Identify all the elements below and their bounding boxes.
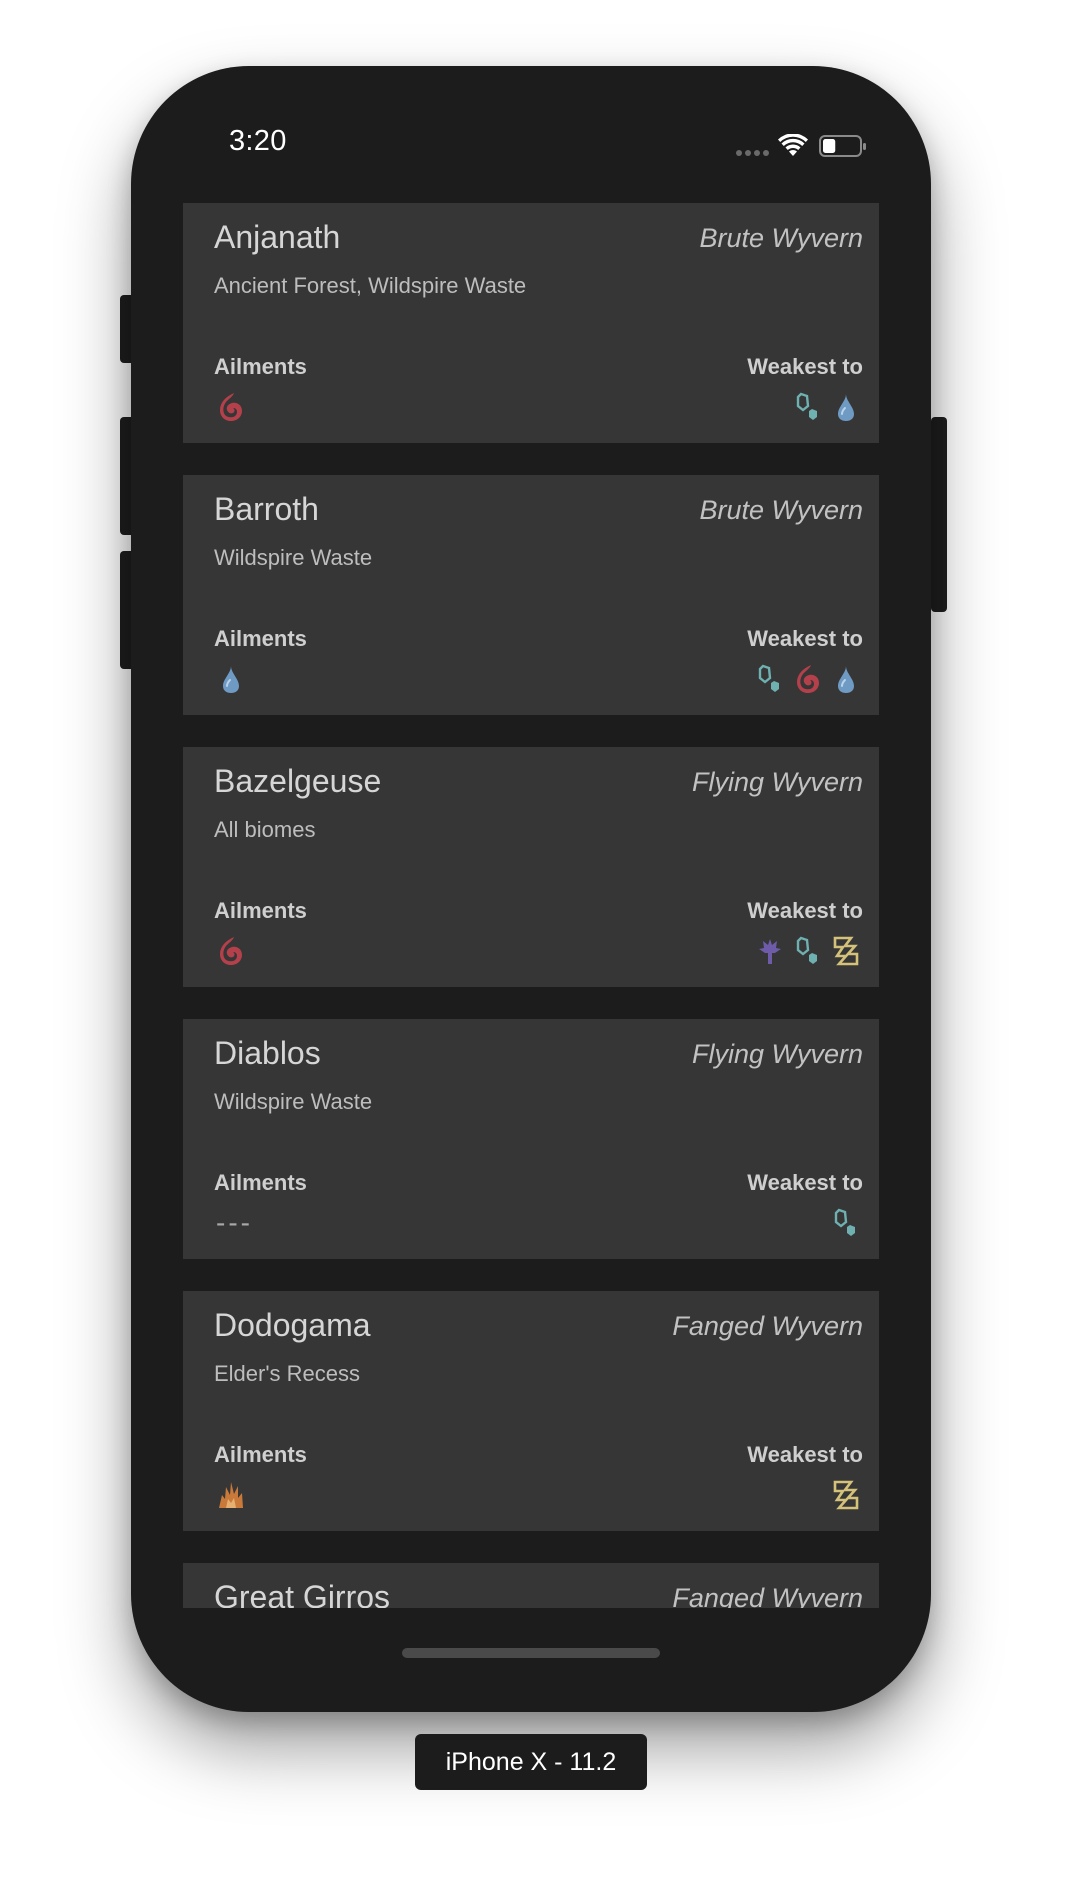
- monster-locations: All biomes: [214, 817, 316, 842]
- ice-icon: [793, 391, 823, 423]
- weakness-icons: [831, 1479, 861, 1511]
- monster-card[interactable]: Diablos Flying Wyvern Wildspire Waste Ailme…: [183, 1019, 879, 1259]
- water-icon: [831, 391, 861, 423]
- monster-card[interactable]: Anjanath Brute Wyvern Ancient Forest, Wild…: [183, 203, 879, 443]
- ailments-label: Ailments: [214, 626, 307, 651]
- thunder-icon: [831, 1479, 861, 1511]
- monster-type: Fanged Wyvern: [672, 1583, 863, 1608]
- monster-name: Barroth: [214, 491, 319, 527]
- monster-name: Dodogama: [214, 1307, 371, 1343]
- cellular-dots-icon: [736, 150, 769, 156]
- side-button: [931, 417, 947, 612]
- no-ailments-text: ---: [216, 1207, 253, 1238]
- device-label: iPhone X - 11.2: [415, 1734, 647, 1790]
- weakness-icons: [755, 663, 861, 695]
- ailment-icons: [216, 935, 246, 967]
- monster-card[interactable]: Great Girros Fanged Wyvern: [183, 1563, 879, 1608]
- weakest-to-label: Weakest to: [747, 626, 863, 651]
- monster-type: Flying Wyvern: [691, 767, 863, 797]
- thunder-icon: [831, 935, 861, 967]
- water-icon: [831, 663, 861, 695]
- simulator-stage: 3:20 Anjanath Brute Wyvern Ancient Forest,…: [0, 0, 1070, 1888]
- ailments-label: Ailments: [214, 1442, 307, 1467]
- weakness-icons: [831, 1207, 861, 1239]
- ice-icon: [831, 1207, 861, 1239]
- ailments-label: Ailments: [214, 898, 307, 923]
- monster-locations: Ancient Forest, Wildspire Waste: [214, 273, 527, 298]
- fire-icon: [793, 663, 823, 695]
- home-indicator[interactable]: [402, 1648, 660, 1658]
- blast-icon: [216, 1479, 246, 1511]
- ailment-icons: [216, 663, 246, 695]
- monster-card[interactable]: Bazelgeuse Flying Wyvern All biomes Ailment…: [183, 747, 879, 987]
- weakest-to-label: Weakest to: [747, 1442, 863, 1467]
- ailment-icons: [216, 391, 246, 423]
- monster-locations: Wildspire Waste: [214, 545, 373, 570]
- monster-name: Great Girros: [214, 1579, 391, 1608]
- monster-name: Diablos: [214, 1035, 321, 1071]
- ice-icon: [793, 935, 823, 967]
- weakness-icons: [793, 391, 861, 423]
- wifi-icon: [778, 134, 808, 156]
- status-time: 3:20: [229, 125, 287, 157]
- weakest-to-label: Weakest to: [747, 354, 863, 379]
- fireblight-icon: [216, 935, 246, 967]
- monster-card[interactable]: Dodogama Fanged Wyvern Elder's Recess Ailme…: [183, 1291, 879, 1531]
- water-icon: [216, 663, 246, 695]
- weakest-to-label: Weakest to: [747, 898, 863, 923]
- monster-type: Fanged Wyvern: [672, 1311, 863, 1341]
- monster-list[interactable]: Anjanath Brute Wyvern Ancient Forest, Wild…: [183, 203, 879, 1608]
- ailments-label: Ailments: [214, 1170, 307, 1195]
- monster-type: Flying Wyvern: [691, 1039, 863, 1069]
- monster-type: Brute Wyvern: [699, 223, 863, 253]
- monster-locations: Wildspire Waste: [214, 1089, 373, 1114]
- monster-locations: Elder's Recess: [214, 1361, 361, 1386]
- dragon-icon: [755, 935, 785, 967]
- monster-type: Brute Wyvern: [699, 495, 863, 525]
- ice-icon: [755, 663, 785, 695]
- fireblight-icon: [216, 391, 246, 423]
- weakest-to-label: Weakest to: [747, 1170, 863, 1195]
- battery-icon: [819, 135, 866, 157]
- ailment-icons: ---: [216, 1207, 253, 1239]
- weakness-icons: [755, 935, 861, 967]
- monster-name: Anjanath: [214, 219, 341, 255]
- monster-card[interactable]: Barroth Brute Wyvern Wildspire Waste Ailmen…: [183, 475, 879, 715]
- ailment-icons: [216, 1479, 246, 1511]
- monster-name: Bazelgeuse: [214, 763, 382, 799]
- ailments-label: Ailments: [214, 354, 307, 379]
